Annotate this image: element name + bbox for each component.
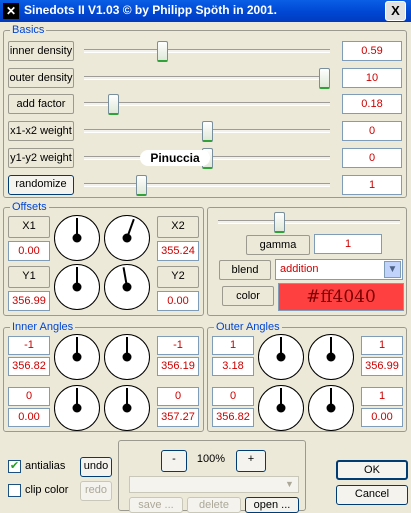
angle-dial-0[interactable] [53, 214, 101, 262]
close-button[interactable]: X [385, 1, 406, 21]
basics-label-3: x1-x2 weight [8, 121, 74, 141]
angle-dial-3[interactable] [103, 263, 151, 311]
open-button[interactable]: open ... [245, 497, 299, 513]
outer-angles-label: Outer Angles [214, 321, 282, 333]
outer-value-2[interactable]: 1 [361, 336, 403, 355]
angle-dial-9[interactable] [307, 333, 355, 381]
basics-slider-thumb-5[interactable] [135, 175, 147, 196]
redo-button[interactable]: redo [80, 481, 112, 501]
angle-dial-10[interactable] [257, 384, 305, 432]
antialias-checkbox[interactable]: ✔ [8, 460, 21, 473]
gamma-slider-thumb[interactable] [274, 212, 286, 233]
y2-value[interactable]: 0.00 [157, 291, 199, 311]
offsets-label: Offsets [10, 201, 49, 213]
preset-select[interactable]: ▼ [129, 476, 299, 493]
delete-button[interactable]: delete [187, 497, 241, 513]
y1-label: Y1 [8, 266, 50, 288]
app-icon: ✕ [3, 3, 19, 19]
chevron-down-icon[interactable]: ▼ [384, 261, 401, 278]
color-swatch[interactable]: #ff4040 [278, 283, 404, 311]
inner-value-2[interactable]: -1 [157, 336, 199, 355]
x2-value[interactable]: 355.24 [157, 241, 199, 261]
gamma-slider-track[interactable] [218, 220, 400, 224]
angle-dial-5[interactable] [103, 333, 151, 381]
blend-select[interactable]: addition ▼ [275, 259, 403, 280]
basics-value-4[interactable]: 0 [342, 148, 402, 168]
color-label: color [222, 286, 274, 306]
angle-dial-11[interactable] [307, 384, 355, 432]
outer-value-5[interactable]: 356.82 [212, 408, 254, 427]
window-title: Sinedots II V1.03 © by Philipp Spöth in … [24, 3, 277, 17]
basics-slider-track-1[interactable] [84, 76, 330, 80]
basics-label-2: add factor [8, 94, 74, 114]
x1-label: X1 [8, 216, 50, 238]
ok-button[interactable]: OK [336, 460, 408, 480]
y2-label: Y2 [157, 266, 199, 288]
outer-value-1[interactable]: 3.18 [212, 357, 254, 376]
angle-dial-7[interactable] [103, 384, 151, 432]
antialias-label: antialias [25, 460, 66, 472]
pinuccia-watermark: Pinuccia [140, 150, 210, 166]
basics-value-0[interactable]: 0.59 [342, 41, 402, 61]
inner-value-5[interactable]: 0.00 [8, 408, 50, 427]
x1-value[interactable]: 0.00 [8, 241, 50, 261]
zoom-out-button[interactable]: - [161, 450, 187, 472]
outer-value-0[interactable]: 1 [212, 336, 254, 355]
inner-value-3[interactable]: 356.19 [157, 357, 199, 376]
undo-button[interactable]: undo [80, 457, 112, 477]
chevron-down-icon: ▼ [285, 479, 294, 489]
inner-value-6[interactable]: 0 [157, 387, 199, 406]
y1-value[interactable]: 356.99 [8, 291, 50, 311]
inner-value-7[interactable]: 357.27 [157, 408, 199, 427]
basics-label-1: outer density [8, 68, 74, 88]
basics-label: Basics [10, 24, 47, 36]
inner-value-1[interactable]: 356.82 [8, 357, 50, 376]
basics-value-1[interactable]: 10 [342, 68, 402, 88]
basics-value-2[interactable]: 0.18 [342, 94, 402, 114]
basics-value-5[interactable]: 1 [342, 175, 402, 195]
basics-slider-thumb-3[interactable] [201, 121, 213, 142]
angle-dial-6[interactable] [53, 384, 101, 432]
x2-label: X2 [157, 216, 199, 238]
zoom-level: 100% [196, 453, 226, 465]
gamma-label: gamma [246, 235, 310, 255]
angle-dial-1[interactable] [103, 214, 151, 262]
inner-value-4[interactable]: 0 [8, 387, 50, 406]
outer-value-6[interactable]: 1 [361, 387, 403, 406]
basics-label-4: y1-y2 weight [8, 148, 74, 168]
basics-label-5[interactable]: randomize [8, 175, 74, 195]
blend-label: blend [219, 260, 271, 280]
basics-slider-track-2[interactable] [84, 102, 330, 106]
basics-value-3[interactable]: 0 [342, 121, 402, 141]
angle-dial-2[interactable] [53, 263, 101, 311]
inner-value-0[interactable]: -1 [8, 336, 50, 355]
basics-label-0: inner density [8, 41, 74, 61]
clip-color-checkbox[interactable] [8, 484, 21, 497]
blend-select-value: addition [280, 263, 319, 275]
angle-dial-8[interactable] [257, 333, 305, 381]
cancel-button[interactable]: Cancel [336, 485, 408, 505]
save-button[interactable]: save ... [129, 497, 183, 513]
outer-value-7[interactable]: 0.00 [361, 408, 403, 427]
angle-dial-4[interactable] [53, 333, 101, 381]
gamma-value[interactable]: 1 [314, 234, 382, 254]
outer-value-3[interactable]: 356.99 [361, 357, 403, 376]
basics-slider-thumb-0[interactable] [156, 41, 168, 62]
basics-slider-track-0[interactable] [84, 49, 330, 53]
inner-angles-label: Inner Angles [10, 321, 76, 333]
basics-slider-thumb-1[interactable] [319, 68, 330, 89]
basics-slider-thumb-2[interactable] [107, 94, 119, 115]
clip-color-label: clip color [25, 484, 69, 496]
outer-value-4[interactable]: 0 [212, 387, 254, 406]
zoom-in-button[interactable]: + [236, 450, 266, 472]
basics-slider-track-5[interactable] [84, 183, 330, 187]
